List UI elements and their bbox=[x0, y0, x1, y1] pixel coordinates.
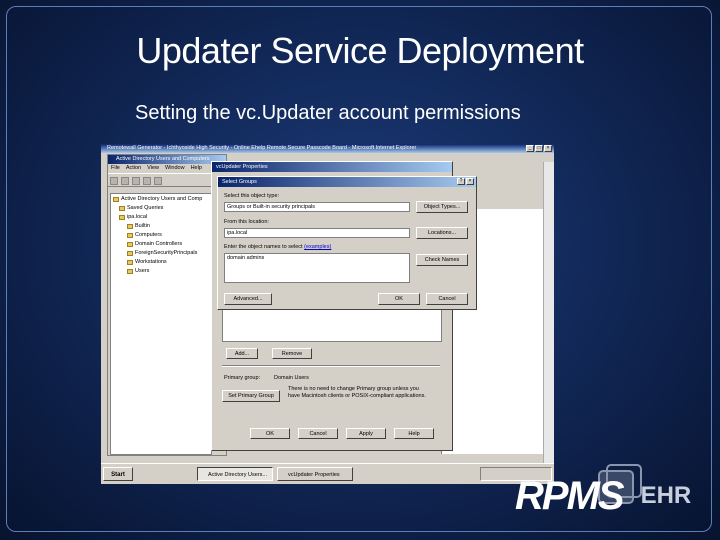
tree-item[interactable]: Users bbox=[127, 268, 149, 275]
locations-button[interactable]: Locations... bbox=[416, 227, 468, 239]
help-icon[interactable]: ? bbox=[457, 178, 465, 185]
folder-icon bbox=[127, 260, 133, 265]
help-button[interactable]: Help bbox=[394, 428, 434, 439]
properties-titlebar: vcUpdater Properties bbox=[212, 162, 452, 172]
task-properties[interactable]: vcUpdater Properties bbox=[277, 467, 353, 481]
menu-window[interactable]: Window bbox=[165, 164, 185, 173]
aduc-titlebar: Active Directory Users and Computers bbox=[108, 155, 226, 164]
location-label: From this location: bbox=[224, 219, 269, 225]
primary-group-label: Primary group: bbox=[224, 375, 261, 381]
slide-subtitle: Setting the vc.Updater account permissio… bbox=[135, 102, 521, 124]
start-button[interactable]: Start bbox=[103, 467, 133, 481]
directory-icon bbox=[113, 197, 119, 202]
aduc-menubar: File Action View Window Help bbox=[108, 164, 226, 173]
add-button[interactable]: Add... bbox=[226, 348, 258, 359]
cancel-button[interactable]: Cancel bbox=[298, 428, 338, 439]
select-ok-button[interactable]: OK bbox=[378, 293, 420, 305]
domain-icon bbox=[119, 215, 125, 220]
folder-icon bbox=[127, 233, 133, 238]
rpms-ehr-logo: RPMS EHR bbox=[515, 474, 691, 518]
examples-link[interactable]: (examples) bbox=[304, 244, 331, 250]
tree-item[interactable]: Computers bbox=[127, 232, 162, 239]
folder-icon bbox=[127, 269, 133, 274]
menu-view[interactable]: View bbox=[147, 164, 159, 173]
up-icon[interactable] bbox=[132, 177, 140, 185]
set-primary-group-button[interactable]: Set Primary Group bbox=[222, 390, 280, 402]
object-types-button[interactable]: Object Types... bbox=[416, 201, 468, 213]
primary-group-value: Domain Users bbox=[274, 375, 309, 381]
menu-file[interactable]: File bbox=[111, 164, 120, 173]
location-field: ipa.local bbox=[224, 228, 410, 238]
forward-icon[interactable] bbox=[121, 177, 129, 185]
primary-group-note: There is no need to change Primary group… bbox=[288, 386, 426, 399]
object-names-input[interactable]: domain admins bbox=[224, 253, 410, 283]
ie-close-icon[interactable]: × bbox=[544, 145, 552, 152]
tree-icon[interactable] bbox=[143, 177, 151, 185]
select-cancel-button[interactable]: Cancel bbox=[426, 293, 468, 305]
tree-item[interactable]: ForeignSecurityPrincipals bbox=[127, 250, 197, 257]
ie-minimize-icon[interactable]: _ bbox=[526, 145, 534, 152]
ie-maximize-icon[interactable]: □ bbox=[535, 145, 543, 152]
object-types-field: Groups or Built-in security principals bbox=[224, 202, 410, 212]
names-label: Enter the object names to select (exampl… bbox=[224, 244, 332, 250]
advanced-button[interactable]: Advanced... bbox=[224, 293, 272, 305]
tree-item[interactable]: Active Directory Users and Comp bbox=[113, 196, 202, 203]
tree-item[interactable]: Domain Controllers bbox=[127, 241, 182, 248]
ie-scrollbar[interactable] bbox=[543, 162, 554, 472]
tree-item[interactable]: Saved Queries bbox=[119, 205, 163, 212]
taskbar: Start Active Directory Users... vcUpdate… bbox=[101, 463, 554, 484]
aduc-toolbar bbox=[108, 173, 226, 187]
object-types-label: Select this object type: bbox=[224, 193, 280, 199]
ok-button[interactable]: OK bbox=[250, 428, 290, 439]
folder-icon bbox=[127, 224, 133, 229]
apply-button[interactable]: Apply bbox=[346, 428, 386, 439]
ie-title: Remotewall Generator - Ichthyoside High … bbox=[107, 145, 417, 151]
remove-button[interactable]: Remove bbox=[272, 348, 312, 359]
tree-item[interactable]: Workstations bbox=[127, 259, 167, 266]
logo-brand: RPMS bbox=[515, 474, 625, 518]
select-groups-dialog: Select Groups ? × Select this object typ… bbox=[217, 176, 477, 310]
tree-item[interactable]: Builtin bbox=[127, 223, 150, 230]
menu-help[interactable]: Help bbox=[191, 164, 202, 173]
folder-icon bbox=[127, 242, 133, 247]
aduc-window: Active Directory Users and Computers Fil… bbox=[107, 154, 227, 456]
properties-icon[interactable] bbox=[154, 177, 162, 185]
folder-icon bbox=[119, 206, 125, 211]
folder-icon bbox=[127, 251, 133, 256]
close-icon[interactable]: × bbox=[466, 178, 474, 185]
aduc-tree: Active Directory Users and Comp Saved Qu… bbox=[110, 193, 212, 455]
check-names-button[interactable]: Check Names bbox=[416, 254, 468, 266]
select-groups-titlebar: Select Groups ? × bbox=[218, 177, 476, 187]
menu-action[interactable]: Action bbox=[126, 164, 141, 173]
task-aduc[interactable]: Active Directory Users... bbox=[197, 467, 273, 481]
desktop-screenshot: Remotewall Generator - Ichthyoside High … bbox=[101, 144, 554, 484]
slide-title: Updater Service Deployment bbox=[136, 30, 584, 71]
back-icon[interactable] bbox=[110, 177, 118, 185]
tree-item[interactable]: ipa.local bbox=[119, 214, 147, 221]
logo-suffix: EHR bbox=[640, 482, 692, 509]
ie-titlebar: Remotewall Generator - Ichthyoside High … bbox=[101, 144, 554, 153]
